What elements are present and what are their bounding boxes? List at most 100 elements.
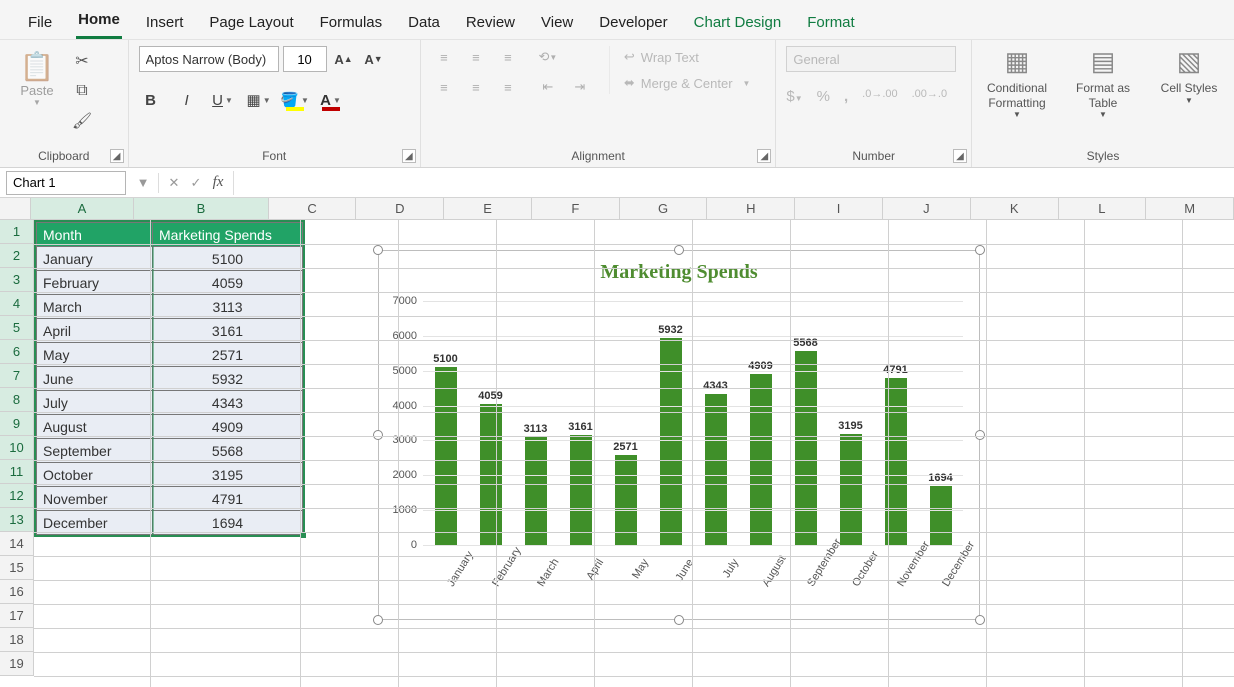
table-cell-value[interactable]: 3161	[153, 319, 303, 343]
column-header-G[interactable]: G	[620, 198, 708, 219]
column-header-K[interactable]: K	[971, 198, 1059, 219]
row-header-18[interactable]: 18	[0, 628, 34, 652]
row-header-5[interactable]: 5	[0, 316, 34, 340]
table-cell-month[interactable]: April	[37, 319, 153, 343]
row-header-6[interactable]: 6	[0, 340, 34, 364]
table-cell-value[interactable]: 4059	[153, 271, 303, 295]
table-cell-value[interactable]: 5100	[153, 247, 303, 271]
paste-button[interactable]: 📋 Paste ▼	[10, 46, 64, 107]
tab-insert[interactable]: Insert	[144, 8, 186, 39]
tab-view[interactable]: View	[539, 8, 575, 39]
column-header-H[interactable]: H	[707, 198, 795, 219]
table-cell-month[interactable]: March	[37, 295, 153, 319]
table-cell-value[interactable]: 1694	[153, 511, 303, 535]
table-cell-month[interactable]: June	[37, 367, 153, 391]
table-cell-month[interactable]: September	[37, 439, 153, 463]
tab-formulas[interactable]: Formulas	[318, 8, 385, 39]
increase-indent-button[interactable]: ⇥	[567, 76, 593, 98]
fill-color-button[interactable]: 🪣▼	[283, 88, 307, 112]
number-launcher[interactable]: ◢	[953, 149, 967, 163]
cut-button[interactable]: ✂	[70, 50, 94, 72]
row-header-16[interactable]: 16	[0, 580, 34, 604]
column-header-A[interactable]: A	[31, 198, 135, 219]
row-header-10[interactable]: 10	[0, 436, 34, 460]
tab-home[interactable]: Home	[76, 5, 122, 39]
table-cell-value[interactable]: 5568	[153, 439, 303, 463]
increase-font-button[interactable]: A▲	[331, 46, 357, 72]
chart-object[interactable]: Marketing Spends 01000200030004000500060…	[378, 250, 980, 620]
row-header-2[interactable]: 2	[0, 244, 34, 268]
column-header-D[interactable]: D	[356, 198, 444, 219]
selection-fill-handle[interactable]	[300, 532, 307, 539]
table-cell-month[interactable]: November	[37, 487, 153, 511]
borders-button[interactable]: ▦▼	[247, 88, 271, 112]
bold-button[interactable]: B	[139, 88, 163, 112]
italic-button[interactable]: I	[175, 88, 199, 112]
chart-bar[interactable]: 2571	[611, 441, 641, 545]
align-top-button[interactable]: ≡	[431, 46, 457, 68]
align-left-button[interactable]: ≡	[431, 76, 457, 98]
decrease-indent-button[interactable]: ⇤	[535, 76, 561, 98]
tab-review[interactable]: Review	[464, 8, 517, 39]
table-header[interactable]: Marketing Spends	[153, 223, 303, 247]
decrease-decimal-button[interactable]: .00→.0	[912, 88, 947, 105]
name-box[interactable]	[6, 171, 126, 195]
cancel-formula-button[interactable]: ✕	[163, 175, 185, 191]
insert-function-button[interactable]: fx	[207, 174, 229, 191]
font-color-button[interactable]: A▼	[319, 88, 343, 112]
column-header-I[interactable]: I	[795, 198, 883, 219]
column-header-B[interactable]: B	[134, 198, 268, 219]
row-header-8[interactable]: 8	[0, 388, 34, 412]
row-header-12[interactable]: 12	[0, 484, 34, 508]
row-header-7[interactable]: 7	[0, 364, 34, 388]
align-center-button[interactable]: ≡	[463, 76, 489, 98]
cells-area[interactable]: MonthMarketing SpendsJanuary5100February…	[34, 220, 1234, 687]
chart-bar[interactable]: 5100	[431, 353, 461, 545]
table-cell-value[interactable]: 3113	[153, 295, 303, 319]
chart-bar[interactable]: 4791	[881, 364, 911, 545]
copy-button[interactable]: ⧉	[70, 80, 94, 102]
column-header-M[interactable]: M	[1146, 198, 1234, 219]
worksheet[interactable]: ABCDEFGHIJKLM 12345678910111213141516171…	[0, 198, 1234, 687]
conditional-formatting-button[interactable]: ▦ Conditional Formatting ▼	[982, 46, 1052, 120]
table-cell-month[interactable]: January	[37, 247, 153, 271]
font-launcher[interactable]: ◢	[402, 149, 416, 163]
table-cell-value[interactable]: 4343	[153, 391, 303, 415]
row-header-9[interactable]: 9	[0, 412, 34, 436]
table-cell-month[interactable]: December	[37, 511, 153, 535]
font-name-combo[interactable]	[139, 46, 279, 72]
row-header-15[interactable]: 15	[0, 556, 34, 580]
chart-handle-bl[interactable]	[373, 615, 383, 625]
orientation-button[interactable]: ⟲▼	[535, 46, 561, 68]
row-header-1[interactable]: 1	[0, 220, 34, 244]
chart-handle-tm[interactable]	[674, 245, 684, 255]
table-cell-month[interactable]: May	[37, 343, 153, 367]
clipboard-launcher[interactable]: ◢	[110, 149, 124, 163]
number-format-combo[interactable]	[786, 46, 956, 72]
chart-handle-mr[interactable]	[975, 430, 985, 440]
tab-format[interactable]: Format	[805, 8, 857, 39]
table-cell-month[interactable]: July	[37, 391, 153, 415]
row-header-19[interactable]: 19	[0, 652, 34, 676]
chart-handle-tr[interactable]	[975, 245, 985, 255]
select-all-corner[interactable]	[0, 198, 31, 219]
decrease-font-button[interactable]: A▼	[361, 46, 387, 72]
name-box-dropdown[interactable]: ▼	[132, 175, 154, 190]
row-header-4[interactable]: 4	[0, 292, 34, 316]
row-header-14[interactable]: 14	[0, 532, 34, 556]
table-cell-month[interactable]: October	[37, 463, 153, 487]
tab-chart-design[interactable]: Chart Design	[692, 8, 784, 39]
chart-handle-br[interactable]	[975, 615, 985, 625]
table-cell-value[interactable]: 3195	[153, 463, 303, 487]
chart-title[interactable]: Marketing Spends	[379, 251, 979, 288]
table-cell-month[interactable]: February	[37, 271, 153, 295]
enter-formula-button[interactable]: ✓	[185, 175, 207, 191]
tab-page-layout[interactable]: Page Layout	[207, 8, 295, 39]
column-header-J[interactable]: J	[883, 198, 971, 219]
chart-handle-tl[interactable]	[373, 245, 383, 255]
tab-file[interactable]: File	[26, 8, 54, 39]
align-middle-button[interactable]: ≡	[463, 46, 489, 68]
font-size-combo[interactable]	[283, 46, 327, 72]
merge-center-button[interactable]: ⬌ Merge & Center ▼	[620, 72, 755, 94]
table-cell-month[interactable]: August	[37, 415, 153, 439]
